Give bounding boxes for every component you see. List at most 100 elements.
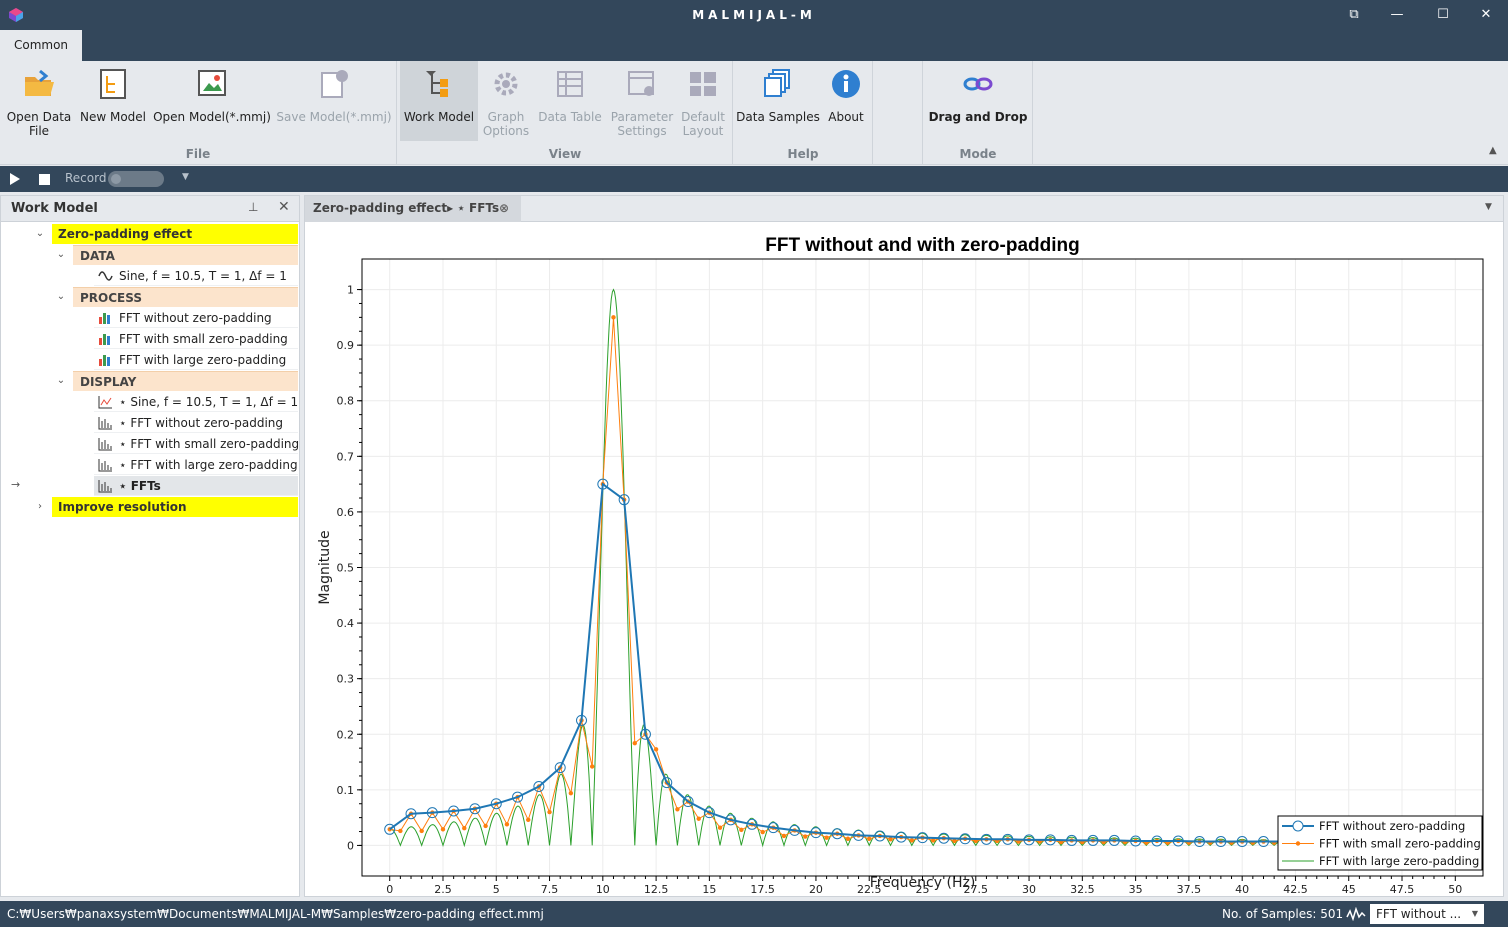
tree-item-label: ⋆ Sine, f = 10.5, T = 1, Δf = 1 bbox=[119, 395, 299, 409]
tree-category-display[interactable]: DISPLAY bbox=[73, 371, 298, 391]
y-tick-label: 0.5 bbox=[337, 562, 355, 575]
new-model-label: New Model bbox=[79, 110, 147, 124]
pin-icon[interactable]: ⊥ bbox=[248, 200, 258, 214]
group-file-label: File bbox=[185, 147, 211, 161]
tree-item-sine[interactable]: Sine, f = 10.5, T = 1, Δf = 1 bbox=[94, 266, 298, 286]
tree-item-label: ⋆ FFT with large zero-padding bbox=[119, 458, 298, 472]
x-tick-label: 5 bbox=[493, 883, 500, 896]
tree-item-label: FFT with large zero-padding bbox=[119, 353, 287, 367]
x-tick-label: 0 bbox=[386, 883, 393, 896]
about-button[interactable]: About bbox=[822, 61, 870, 141]
series-select[interactable]: FFT without ... ▼ bbox=[1370, 904, 1484, 924]
y-tick-label: 0.8 bbox=[337, 395, 355, 408]
data-point-small-zero-padding bbox=[419, 828, 424, 834]
bar-chart-color-icon bbox=[99, 334, 110, 345]
x-tick-label: 12.5 bbox=[644, 883, 669, 896]
close-panel-icon[interactable]: ✕ bbox=[278, 199, 290, 215]
data-point-small-zero-padding bbox=[867, 836, 872, 841]
tree-item-display[interactable]: ⋆ FFT without zero-padding bbox=[94, 413, 298, 433]
tab-common[interactable]: Common bbox=[0, 30, 82, 61]
legend-label: FFT with large zero-padding bbox=[1319, 854, 1479, 868]
open-model-icon bbox=[198, 70, 226, 96]
x-tick-label: 45 bbox=[1342, 883, 1356, 896]
chevron-down-icon[interactable]: ⌄ bbox=[55, 287, 67, 307]
chevron-down-icon[interactable]: ⌄ bbox=[55, 371, 67, 391]
x-tick-label: 35 bbox=[1129, 883, 1143, 896]
parameter-settings-label: Parameter Settings bbox=[610, 110, 674, 138]
x-tick-label: 15 bbox=[702, 883, 716, 896]
restore-layout-icon[interactable]: ⧉ bbox=[1339, 4, 1369, 26]
default-layout-button[interactable]: Default Layout bbox=[678, 61, 728, 141]
work-model-button[interactable]: Work Model bbox=[400, 61, 478, 141]
tab-list-dropdown-icon[interactable]: ▼ bbox=[1485, 202, 1492, 212]
tree-category-process[interactable]: PROCESS bbox=[73, 287, 298, 307]
bar-chart-icon bbox=[98, 438, 112, 451]
graph-options-button[interactable]: Graph Options bbox=[480, 61, 532, 141]
series-select-value: FFT without ... bbox=[1376, 907, 1462, 921]
tree-item-fft-process[interactable]: FFT with small zero-padding bbox=[94, 329, 298, 349]
tree-category-data[interactable]: DATA bbox=[73, 245, 298, 265]
gear-icon bbox=[494, 72, 518, 96]
group-mode-label: Mode bbox=[959, 147, 997, 161]
close-button[interactable]: ✕ bbox=[1471, 4, 1501, 26]
tree-item-display-selected[interactable]: ⋆ FFTs bbox=[94, 476, 298, 496]
data-point-small-zero-padding bbox=[547, 809, 552, 815]
data-point-small-zero-padding bbox=[781, 833, 787, 839]
stop-icon[interactable] bbox=[39, 174, 50, 185]
save-model-icon bbox=[321, 70, 348, 98]
collapse-ribbon-icon[interactable]: ▲ bbox=[1489, 145, 1497, 156]
tree-item-fft-process[interactable]: FFT without zero-padding bbox=[94, 308, 298, 328]
data-point-small-zero-padding bbox=[696, 816, 701, 821]
save-model-button[interactable]: Save Model(*.mmj) bbox=[276, 61, 392, 141]
chevron-right-icon[interactable]: › bbox=[34, 497, 46, 517]
tree-group-zero-padding[interactable]: Zero-padding effect bbox=[52, 224, 298, 244]
data-point-small-zero-padding bbox=[717, 825, 723, 830]
document-tab[interactable]: Zero-padding effect▸ ⋆ FFTs ⊗ bbox=[305, 196, 521, 222]
close-tab-icon[interactable]: ⊗ bbox=[499, 196, 509, 220]
line-chart-icon bbox=[98, 396, 112, 409]
legend-marker bbox=[1292, 820, 1304, 832]
maximize-button[interactable]: ☐ bbox=[1428, 4, 1458, 26]
sample-count: No. of Samples: 501 bbox=[1222, 907, 1344, 921]
record-toggle[interactable] bbox=[108, 171, 164, 187]
tree-item-display[interactable]: ⋆ FFT with large zero-padding bbox=[94, 455, 298, 475]
data-samples-label: Data Samples bbox=[736, 110, 820, 124]
open-model-button[interactable]: Open Model(*.mmj) bbox=[152, 61, 272, 141]
legend-marker bbox=[1295, 841, 1301, 846]
chevron-down-icon[interactable]: ⌄ bbox=[55, 245, 67, 265]
tree-group-improve-resolution[interactable]: Improve resolution bbox=[52, 497, 298, 517]
infinity-icon bbox=[963, 77, 993, 91]
x-tick-label: 10 bbox=[596, 883, 610, 896]
tree-item-display[interactable]: ⋆ FFT with small zero-padding bbox=[94, 434, 299, 454]
play-icon[interactable] bbox=[9, 172, 21, 186]
work-model-label: Work Model bbox=[403, 110, 475, 124]
data-samples-button[interactable]: Data Samples bbox=[736, 61, 820, 141]
work-model-header: Work Model ⊥ ✕ bbox=[1, 196, 299, 222]
parameter-settings-button[interactable]: Parameter Settings bbox=[608, 61, 676, 141]
work-model-icon bbox=[426, 71, 448, 97]
data-point-small-zero-padding bbox=[824, 835, 829, 840]
minimize-button[interactable]: — bbox=[1382, 4, 1412, 26]
open-data-file-button[interactable]: Open Data File bbox=[4, 61, 74, 141]
data-table-button[interactable]: Data Table bbox=[536, 61, 604, 141]
chart-legend: FFT without zero-padding FFT with small z… bbox=[1277, 815, 1483, 871]
signal-icon bbox=[1346, 907, 1366, 921]
drag-and-drop-button[interactable]: Drag and Drop bbox=[926, 61, 1030, 141]
data-point-small-zero-padding bbox=[462, 825, 467, 831]
legend-label: FFT without zero-padding bbox=[1319, 819, 1465, 833]
file-path: C:₩Users₩panaxsystem₩Documents₩MALMIJAL-… bbox=[7, 907, 544, 921]
new-model-button[interactable]: New Model bbox=[78, 61, 148, 141]
chevron-down-icon[interactable]: ⌄ bbox=[34, 224, 46, 244]
x-tick-label: 25 bbox=[916, 883, 930, 896]
record-dropdown-icon[interactable]: ▼ bbox=[182, 172, 189, 182]
tree-item-display[interactable]: ⋆ Sine, f = 10.5, T = 1, Δf = 1 bbox=[94, 392, 298, 412]
x-tick-label: 32.5 bbox=[1070, 883, 1095, 896]
y-axis-label: Magnitude bbox=[317, 530, 333, 604]
app-title: MALMIJAL-M bbox=[692, 8, 816, 22]
graph-options-label: Graph Options bbox=[482, 110, 530, 138]
x-tick-label: 27.5 bbox=[964, 883, 989, 896]
axis-ticks: 0 2.5 5 7.5 10 12.5 15 17.5 20 22.5 25 27.5 30 32.5 35… bbox=[337, 284, 1463, 896]
data-point-small-zero-padding bbox=[739, 827, 744, 833]
tree-item-fft-process[interactable]: FFT with large zero-padding bbox=[94, 350, 298, 370]
sine-wave-icon bbox=[98, 271, 113, 281]
